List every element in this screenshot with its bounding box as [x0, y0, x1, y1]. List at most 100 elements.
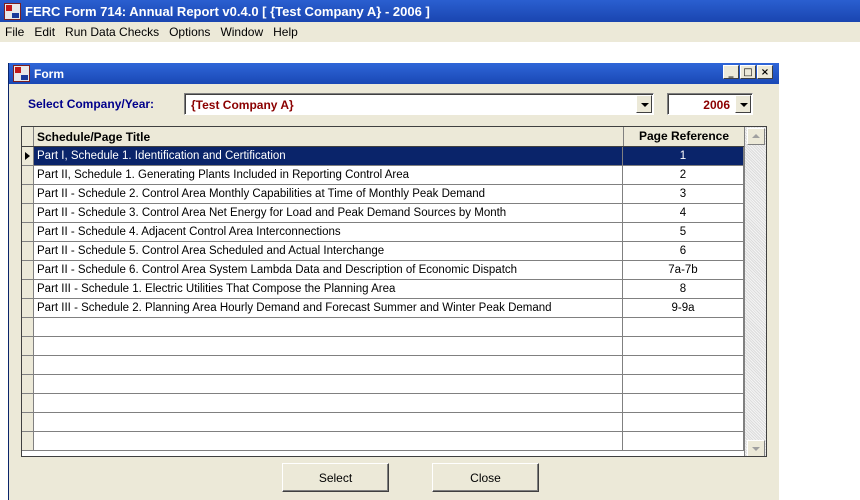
form-title: Form [34, 66, 64, 81]
cell-page-reference[interactable]: 3 [623, 185, 744, 204]
scroll-down-icon[interactable] [747, 440, 765, 456]
header-row-selector [22, 127, 34, 146]
select-button-label: Select [318, 470, 353, 485]
table-row[interactable] [22, 318, 766, 337]
cell-page-reference[interactable]: 5 [623, 223, 744, 242]
cell-schedule-title[interactable]: Part II - Schedule 5. Control Area Sched… [34, 242, 623, 261]
table-row[interactable]: Part II - Schedule 4. Adjacent Control A… [22, 223, 766, 242]
select-button[interactable]: Select [282, 463, 389, 492]
menu-file[interactable]: File [0, 25, 29, 39]
cell-page-reference[interactable]: 9-9a [623, 299, 744, 318]
cell-page-reference[interactable] [623, 337, 744, 356]
row-selector[interactable] [22, 394, 34, 413]
row-selector[interactable] [22, 166, 34, 185]
row-selector[interactable] [22, 242, 34, 261]
close-icon[interactable]: × [757, 65, 773, 79]
company-select-value: {Test Company A} [191, 98, 294, 112]
row-selector[interactable] [22, 375, 34, 394]
cell-schedule-title[interactable]: Part II - Schedule 6. Control Area Syste… [34, 261, 623, 280]
table-row[interactable]: Part II, Schedule 1. Generating Plants I… [22, 166, 766, 185]
cell-schedule-title[interactable]: Part III - Schedule 2. Planning Area Hou… [34, 299, 623, 318]
current-row-arrow-icon [25, 152, 30, 160]
schedule-grid: Schedule/Page Title Page Reference Part … [21, 126, 767, 457]
row-selector[interactable] [22, 356, 34, 375]
cell-schedule-title[interactable] [34, 356, 623, 375]
table-row[interactable] [22, 375, 766, 394]
app-title: FERC Form 714: Annual Report v0.4.0 [ {T… [25, 3, 430, 19]
row-selector[interactable] [22, 432, 34, 451]
table-row[interactable]: Part III - Schedule 1. Electric Utilitie… [22, 280, 766, 299]
cell-schedule-title[interactable]: Part II, Schedule 1. Generating Plants I… [34, 166, 623, 185]
table-row[interactable]: Part II - Schedule 3. Control Area Net E… [22, 204, 766, 223]
cell-schedule-title[interactable] [34, 394, 623, 413]
cell-schedule-title[interactable]: Part II - Schedule 3. Control Area Net E… [34, 204, 623, 223]
form-icon [13, 65, 30, 82]
app-icon [4, 2, 21, 20]
year-dropdown-button[interactable] [735, 95, 751, 113]
row-selector[interactable] [22, 185, 34, 204]
cell-schedule-title[interactable]: Part II - Schedule 4. Adjacent Control A… [34, 223, 623, 242]
row-selector[interactable] [22, 337, 34, 356]
restore-icon[interactable]: □ [740, 65, 756, 79]
cell-schedule-title[interactable]: Part II - Schedule 2. Control Area Month… [34, 185, 623, 204]
cell-page-reference[interactable] [623, 394, 744, 413]
table-row[interactable]: Part II - Schedule 6. Control Area Syste… [22, 261, 766, 280]
cell-schedule-title[interactable]: Part III - Schedule 1. Electric Utilitie… [34, 280, 623, 299]
cell-page-reference[interactable] [623, 413, 744, 432]
minimize-icon[interactable]: _ [723, 65, 739, 79]
cell-page-reference[interactable]: 2 [623, 166, 744, 185]
cell-schedule-title[interactable] [34, 318, 623, 337]
row-selector[interactable] [22, 299, 34, 318]
header-page-reference[interactable]: Page Reference [623, 127, 744, 146]
table-row[interactable] [22, 337, 766, 356]
grid-header: Schedule/Page Title Page Reference [22, 127, 744, 147]
cell-schedule-title[interactable] [34, 432, 623, 451]
row-selector[interactable] [22, 318, 34, 337]
window-buttons: _ □ × [723, 65, 773, 79]
year-select[interactable]: 2006 [667, 93, 753, 115]
row-selector[interactable] [22, 413, 34, 432]
scroll-up-icon[interactable] [747, 128, 765, 145]
cell-page-reference[interactable]: 8 [623, 280, 744, 299]
row-selector[interactable] [22, 261, 34, 280]
cell-page-reference[interactable] [623, 318, 744, 337]
cell-schedule-title[interactable] [34, 413, 623, 432]
table-row[interactable] [22, 356, 766, 375]
cell-page-reference[interactable]: 4 [623, 204, 744, 223]
row-selector[interactable] [22, 223, 34, 242]
year-select-value: 2006 [703, 98, 730, 112]
cell-page-reference[interactable]: 7a-7b [623, 261, 744, 280]
table-row[interactable]: Part II - Schedule 5. Control Area Sched… [22, 242, 766, 261]
cell-schedule-title[interactable] [34, 375, 623, 394]
menu-options[interactable]: Options [164, 25, 215, 39]
company-dropdown-button[interactable] [636, 95, 652, 113]
menu-edit[interactable]: Edit [29, 25, 60, 39]
menu-help[interactable]: Help [268, 25, 303, 39]
workspace-background [778, 42, 860, 500]
app-title-bar[interactable]: FERC Form 714: Annual Report v0.4.0 [ {T… [0, 0, 860, 22]
row-selector[interactable] [22, 204, 34, 223]
vertical-scrollbar[interactable] [744, 127, 766, 456]
form-title-bar[interactable]: Form _ □ × [9, 63, 779, 84]
table-row[interactable]: Part I, Schedule 1. Identification and C… [22, 147, 766, 166]
select-company-year-label: Select Company/Year: [28, 97, 155, 111]
company-select[interactable]: {Test Company A} [184, 93, 654, 115]
table-row[interactable] [22, 413, 766, 432]
menu-window[interactable]: Window [215, 25, 268, 39]
cell-page-reference[interactable] [623, 432, 744, 451]
table-row[interactable]: Part II - Schedule 2. Control Area Month… [22, 185, 766, 204]
row-selector[interactable] [22, 147, 34, 166]
cell-page-reference[interactable] [623, 356, 744, 375]
cell-page-reference[interactable] [623, 375, 744, 394]
cell-page-reference[interactable]: 1 [623, 147, 744, 166]
close-button[interactable]: Close [432, 463, 539, 492]
table-row[interactable] [22, 432, 766, 451]
header-schedule-title[interactable]: Schedule/Page Title [37, 130, 150, 144]
menu-run-data-checks[interactable]: Run Data Checks [60, 25, 164, 39]
table-row[interactable]: Part III - Schedule 2. Planning Area Hou… [22, 299, 766, 318]
cell-page-reference[interactable]: 6 [623, 242, 744, 261]
cell-schedule-title[interactable] [34, 337, 623, 356]
row-selector[interactable] [22, 280, 34, 299]
table-row[interactable] [22, 394, 766, 413]
cell-schedule-title[interactable]: Part I, Schedule 1. Identification and C… [34, 147, 623, 166]
